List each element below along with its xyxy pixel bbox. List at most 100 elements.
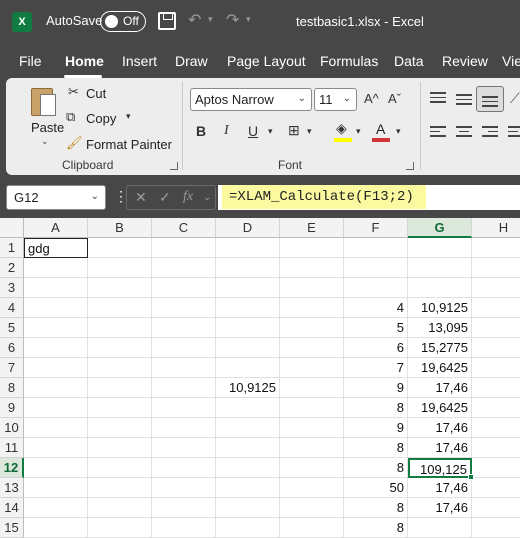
cell-b10[interactable] (88, 418, 152, 438)
decrease-font-size-button[interactable]: Aˇ (388, 91, 401, 106)
cell-a8[interactable] (24, 378, 88, 398)
cell-h13[interactable] (472, 478, 520, 498)
cell-f15[interactable]: 8 (344, 518, 408, 538)
cell-f12[interactable]: 8 (344, 458, 408, 478)
row-header-4[interactable]: 4 (0, 298, 24, 318)
cell-e6[interactable] (280, 338, 344, 358)
cell-e2[interactable] (280, 258, 344, 278)
cell-d15[interactable] (216, 518, 280, 538)
cell-b3[interactable] (88, 278, 152, 298)
borders-icon[interactable]: ⊞ (288, 122, 300, 139)
paste-icon[interactable] (28, 84, 58, 118)
row-header-11[interactable]: 11 (0, 438, 24, 458)
cell-e7[interactable] (280, 358, 344, 378)
cell-g7[interactable]: 19,6425 (408, 358, 472, 378)
cell-g4[interactable]: 10,9125 (408, 298, 472, 318)
cell-c1[interactable] (152, 238, 216, 258)
cell-b4[interactable] (88, 298, 152, 318)
cell-g1[interactable] (408, 238, 472, 258)
cell-e14[interactable] (280, 498, 344, 518)
tab-home[interactable]: Home (65, 53, 104, 69)
column-header-g[interactable]: G (408, 218, 472, 238)
cell-g5[interactable]: 13,095 (408, 318, 472, 338)
format-painter-button[interactable]: Format Painter (86, 137, 172, 152)
tab-data[interactable]: Data (394, 53, 424, 69)
cell-d7[interactable] (216, 358, 280, 378)
column-header-b[interactable]: B (88, 218, 152, 238)
cell-a15[interactable] (24, 518, 88, 538)
undo-icon[interactable]: ↶ (188, 10, 201, 30)
cell-g15[interactable] (408, 518, 472, 538)
italic-button[interactable]: I (224, 123, 229, 139)
cell-f11[interactable]: 8 (344, 438, 408, 458)
cell-c13[interactable] (152, 478, 216, 498)
cell-b7[interactable] (88, 358, 152, 378)
row-header-6[interactable]: 6 (0, 338, 24, 358)
cell-b1[interactable] (88, 238, 152, 258)
cell-a11[interactable] (24, 438, 88, 458)
column-header-e[interactable]: E (280, 218, 344, 238)
cell-c8[interactable] (152, 378, 216, 398)
cell-h14[interactable] (472, 498, 520, 518)
orientation-icon[interactable]: ⟋ (510, 90, 520, 107)
row-header-15[interactable]: 15 (0, 518, 24, 538)
redo-dropdown-icon[interactable]: ▾ (246, 14, 251, 25)
font-launcher-icon[interactable] (406, 162, 414, 170)
column-header-h[interactable]: H (472, 218, 520, 238)
cell-e5[interactable] (280, 318, 344, 338)
paste-dropdown-icon[interactable]: ⌄ (41, 136, 49, 147)
cell-g8[interactable]: 17,46 (408, 378, 472, 398)
copy-button[interactable]: Copy (86, 111, 116, 126)
cut-icon[interactable]: ✂ (68, 84, 79, 100)
cell-f7[interactable]: 7 (344, 358, 408, 378)
cell-f9[interactable]: 8 (344, 398, 408, 418)
cell-c3[interactable] (152, 278, 216, 298)
cell-e1[interactable] (280, 238, 344, 258)
fill-color-icon[interactable]: ◈ (336, 120, 347, 137)
cell-f5[interactable]: 5 (344, 318, 408, 338)
cell-f13[interactable]: 50 (344, 478, 408, 498)
cut-button[interactable]: Cut (86, 86, 106, 101)
cell-f3[interactable] (344, 278, 408, 298)
cell-c2[interactable] (152, 258, 216, 278)
cell-e13[interactable] (280, 478, 344, 498)
tab-file[interactable]: File (19, 53, 42, 69)
insert-function-button[interactable]: fx (183, 189, 193, 205)
cell-b9[interactable] (88, 398, 152, 418)
autosave-toggle[interactable]: Off (100, 11, 146, 32)
fill-handle[interactable] (468, 474, 474, 480)
cell-a3[interactable] (24, 278, 88, 298)
cell-h5[interactable] (472, 318, 520, 338)
cell-d10[interactable] (216, 418, 280, 438)
cell-c10[interactable] (152, 418, 216, 438)
formula-text[interactable]: =XLAM_Calculate(F13;2) (229, 189, 414, 205)
cell-f14[interactable]: 8 (344, 498, 408, 518)
underline-button[interactable]: U (248, 123, 258, 139)
copy-dropdown-icon[interactable]: ▾ (126, 111, 131, 122)
cell-b11[interactable] (88, 438, 152, 458)
cell-e12[interactable] (280, 458, 344, 478)
cell-h12[interactable] (472, 458, 520, 478)
cell-h1[interactable] (472, 238, 520, 258)
cell-d2[interactable] (216, 258, 280, 278)
row-header-1[interactable]: 1 (0, 238, 24, 258)
cell-c9[interactable] (152, 398, 216, 418)
increase-font-size-button[interactable]: A^ (364, 91, 379, 106)
cell-b15[interactable] (88, 518, 152, 538)
cell-h11[interactable] (472, 438, 520, 458)
cell-c6[interactable] (152, 338, 216, 358)
column-header-f[interactable]: F (344, 218, 408, 238)
cell-f8[interactable]: 9 (344, 378, 408, 398)
cell-a1[interactable]: gdg (24, 238, 88, 258)
cell-e8[interactable] (280, 378, 344, 398)
cell-c5[interactable] (152, 318, 216, 338)
align-left-icon[interactable] (430, 126, 446, 138)
column-header-c[interactable]: C (152, 218, 216, 238)
cell-b12[interactable] (88, 458, 152, 478)
tab-insert[interactable]: Insert (122, 53, 157, 69)
font-color-button[interactable]: A (376, 121, 385, 137)
cell-g9[interactable]: 19,6425 (408, 398, 472, 418)
cell-h6[interactable] (472, 338, 520, 358)
undo-dropdown-icon[interactable]: ▾ (208, 14, 213, 25)
row-header-14[interactable]: 14 (0, 498, 24, 518)
